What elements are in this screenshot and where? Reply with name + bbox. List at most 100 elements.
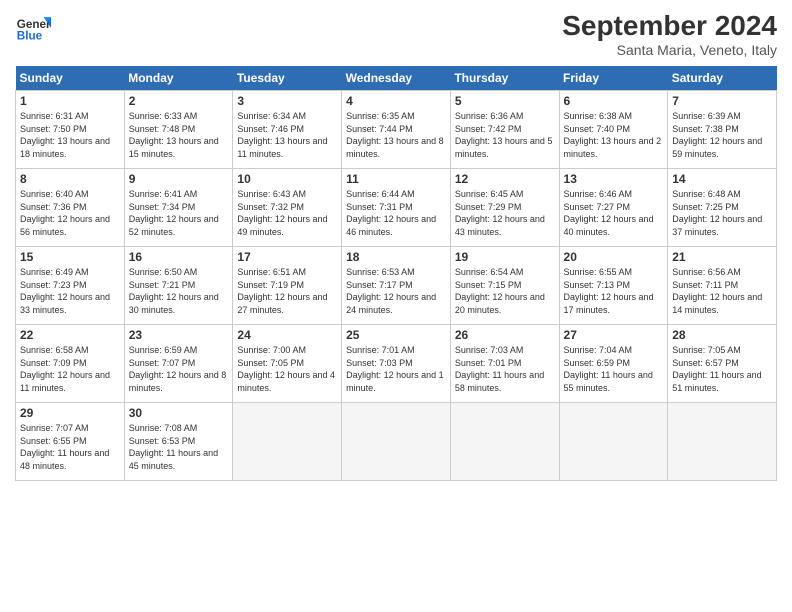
calendar-cell: 15 Sunrise: 6:49 AM Sunset: 7:23 PM Dayl…: [16, 247, 125, 325]
day-info: Sunrise: 7:01 AM Sunset: 7:03 PM Dayligh…: [346, 344, 446, 394]
page-container: General Blue September 2024 Santa Maria,…: [0, 0, 792, 491]
day-number: 17: [237, 250, 337, 264]
day-number: 7: [672, 94, 772, 108]
calendar-cell: 11 Sunrise: 6:44 AM Sunset: 7:31 PM Dayl…: [342, 169, 451, 247]
calendar-cell: 9 Sunrise: 6:41 AM Sunset: 7:34 PM Dayli…: [124, 169, 233, 247]
day-info: Sunrise: 6:51 AM Sunset: 7:19 PM Dayligh…: [237, 266, 337, 316]
calendar-cell: 10 Sunrise: 6:43 AM Sunset: 7:32 PM Dayl…: [233, 169, 342, 247]
day-number: 27: [564, 328, 664, 342]
day-number: 3: [237, 94, 337, 108]
day-number: 29: [20, 406, 120, 420]
day-number: 8: [20, 172, 120, 186]
calendar-cell: 7 Sunrise: 6:39 AM Sunset: 7:38 PM Dayli…: [668, 91, 777, 169]
day-info: Sunrise: 6:43 AM Sunset: 7:32 PM Dayligh…: [237, 188, 337, 238]
day-info: Sunrise: 7:05 AM Sunset: 6:57 PM Dayligh…: [672, 344, 772, 394]
day-info: Sunrise: 6:55 AM Sunset: 7:13 PM Dayligh…: [564, 266, 664, 316]
calendar-cell: [233, 403, 342, 481]
day-number: 9: [129, 172, 229, 186]
calendar-cell: 22 Sunrise: 6:58 AM Sunset: 7:09 PM Dayl…: [16, 325, 125, 403]
day-info: Sunrise: 7:03 AM Sunset: 7:01 PM Dayligh…: [455, 344, 555, 394]
page-header: General Blue September 2024 Santa Maria,…: [15, 10, 777, 58]
day-info: Sunrise: 6:46 AM Sunset: 7:27 PM Dayligh…: [564, 188, 664, 238]
day-info: Sunrise: 7:00 AM Sunset: 7:05 PM Dayligh…: [237, 344, 337, 394]
col-monday: Monday: [124, 66, 233, 91]
logo: General Blue: [15, 10, 51, 46]
calendar-header-row: Sunday Monday Tuesday Wednesday Thursday…: [16, 66, 777, 91]
day-number: 10: [237, 172, 337, 186]
calendar-cell: 18 Sunrise: 6:53 AM Sunset: 7:17 PM Dayl…: [342, 247, 451, 325]
calendar-cell: 19 Sunrise: 6:54 AM Sunset: 7:15 PM Dayl…: [450, 247, 559, 325]
location-title: Santa Maria, Veneto, Italy: [562, 42, 777, 58]
day-number: 21: [672, 250, 772, 264]
day-number: 5: [455, 94, 555, 108]
calendar-cell: 23 Sunrise: 6:59 AM Sunset: 7:07 PM Dayl…: [124, 325, 233, 403]
calendar-cell: 29 Sunrise: 7:07 AM Sunset: 6:55 PM Dayl…: [16, 403, 125, 481]
day-info: Sunrise: 6:56 AM Sunset: 7:11 PM Dayligh…: [672, 266, 772, 316]
day-info: Sunrise: 6:48 AM Sunset: 7:25 PM Dayligh…: [672, 188, 772, 238]
calendar-cell: 16 Sunrise: 6:50 AM Sunset: 7:21 PM Dayl…: [124, 247, 233, 325]
day-info: Sunrise: 6:33 AM Sunset: 7:48 PM Dayligh…: [129, 110, 229, 160]
calendar-cell: 3 Sunrise: 6:34 AM Sunset: 7:46 PM Dayli…: [233, 91, 342, 169]
calendar-cell: 28 Sunrise: 7:05 AM Sunset: 6:57 PM Dayl…: [668, 325, 777, 403]
day-info: Sunrise: 6:36 AM Sunset: 7:42 PM Dayligh…: [455, 110, 555, 160]
day-number: 13: [564, 172, 664, 186]
day-info: Sunrise: 6:31 AM Sunset: 7:50 PM Dayligh…: [20, 110, 120, 160]
calendar-cell: 2 Sunrise: 6:33 AM Sunset: 7:48 PM Dayli…: [124, 91, 233, 169]
day-info: Sunrise: 7:04 AM Sunset: 6:59 PM Dayligh…: [564, 344, 664, 394]
calendar-cell: [559, 403, 668, 481]
calendar-week-row: 29 Sunrise: 7:07 AM Sunset: 6:55 PM Dayl…: [16, 403, 777, 481]
col-saturday: Saturday: [668, 66, 777, 91]
calendar-week-row: 15 Sunrise: 6:49 AM Sunset: 7:23 PM Dayl…: [16, 247, 777, 325]
day-info: Sunrise: 6:34 AM Sunset: 7:46 PM Dayligh…: [237, 110, 337, 160]
day-number: 14: [672, 172, 772, 186]
day-info: Sunrise: 6:38 AM Sunset: 7:40 PM Dayligh…: [564, 110, 664, 160]
day-number: 23: [129, 328, 229, 342]
day-info: Sunrise: 7:07 AM Sunset: 6:55 PM Dayligh…: [20, 422, 120, 472]
calendar-cell: [668, 403, 777, 481]
calendar-cell: 25 Sunrise: 7:01 AM Sunset: 7:03 PM Dayl…: [342, 325, 451, 403]
day-info: Sunrise: 6:44 AM Sunset: 7:31 PM Dayligh…: [346, 188, 446, 238]
calendar-table: Sunday Monday Tuesday Wednesday Thursday…: [15, 66, 777, 481]
calendar-cell: 26 Sunrise: 7:03 AM Sunset: 7:01 PM Dayl…: [450, 325, 559, 403]
calendar-cell: 24 Sunrise: 7:00 AM Sunset: 7:05 PM Dayl…: [233, 325, 342, 403]
day-number: 12: [455, 172, 555, 186]
logo-icon: General Blue: [15, 10, 51, 46]
day-number: 22: [20, 328, 120, 342]
day-number: 20: [564, 250, 664, 264]
day-number: 30: [129, 406, 229, 420]
calendar-cell: 12 Sunrise: 6:45 AM Sunset: 7:29 PM Dayl…: [450, 169, 559, 247]
calendar-cell: 13 Sunrise: 6:46 AM Sunset: 7:27 PM Dayl…: [559, 169, 668, 247]
calendar-cell: 1 Sunrise: 6:31 AM Sunset: 7:50 PM Dayli…: [16, 91, 125, 169]
col-wednesday: Wednesday: [342, 66, 451, 91]
calendar-week-row: 22 Sunrise: 6:58 AM Sunset: 7:09 PM Dayl…: [16, 325, 777, 403]
calendar-cell: 14 Sunrise: 6:48 AM Sunset: 7:25 PM Dayl…: [668, 169, 777, 247]
day-info: Sunrise: 6:41 AM Sunset: 7:34 PM Dayligh…: [129, 188, 229, 238]
calendar-cell: 17 Sunrise: 6:51 AM Sunset: 7:19 PM Dayl…: [233, 247, 342, 325]
day-number: 16: [129, 250, 229, 264]
day-number: 25: [346, 328, 446, 342]
calendar-cell: [342, 403, 451, 481]
calendar-cell: 20 Sunrise: 6:55 AM Sunset: 7:13 PM Dayl…: [559, 247, 668, 325]
day-info: Sunrise: 6:40 AM Sunset: 7:36 PM Dayligh…: [20, 188, 120, 238]
calendar-week-row: 1 Sunrise: 6:31 AM Sunset: 7:50 PM Dayli…: [16, 91, 777, 169]
calendar-cell: 4 Sunrise: 6:35 AM Sunset: 7:44 PM Dayli…: [342, 91, 451, 169]
day-number: 6: [564, 94, 664, 108]
day-number: 4: [346, 94, 446, 108]
calendar-cell: 6 Sunrise: 6:38 AM Sunset: 7:40 PM Dayli…: [559, 91, 668, 169]
day-number: 24: [237, 328, 337, 342]
col-thursday: Thursday: [450, 66, 559, 91]
calendar-cell: 5 Sunrise: 6:36 AM Sunset: 7:42 PM Dayli…: [450, 91, 559, 169]
calendar-week-row: 8 Sunrise: 6:40 AM Sunset: 7:36 PM Dayli…: [16, 169, 777, 247]
day-info: Sunrise: 7:08 AM Sunset: 6:53 PM Dayligh…: [129, 422, 229, 472]
day-number: 28: [672, 328, 772, 342]
day-info: Sunrise: 6:53 AM Sunset: 7:17 PM Dayligh…: [346, 266, 446, 316]
day-info: Sunrise: 6:35 AM Sunset: 7:44 PM Dayligh…: [346, 110, 446, 160]
day-info: Sunrise: 6:58 AM Sunset: 7:09 PM Dayligh…: [20, 344, 120, 394]
calendar-cell: 21 Sunrise: 6:56 AM Sunset: 7:11 PM Dayl…: [668, 247, 777, 325]
svg-text:Blue: Blue: [17, 30, 43, 43]
calendar-cell: [450, 403, 559, 481]
month-title: September 2024: [562, 10, 777, 42]
day-info: Sunrise: 6:49 AM Sunset: 7:23 PM Dayligh…: [20, 266, 120, 316]
calendar-cell: 8 Sunrise: 6:40 AM Sunset: 7:36 PM Dayli…: [16, 169, 125, 247]
day-number: 11: [346, 172, 446, 186]
